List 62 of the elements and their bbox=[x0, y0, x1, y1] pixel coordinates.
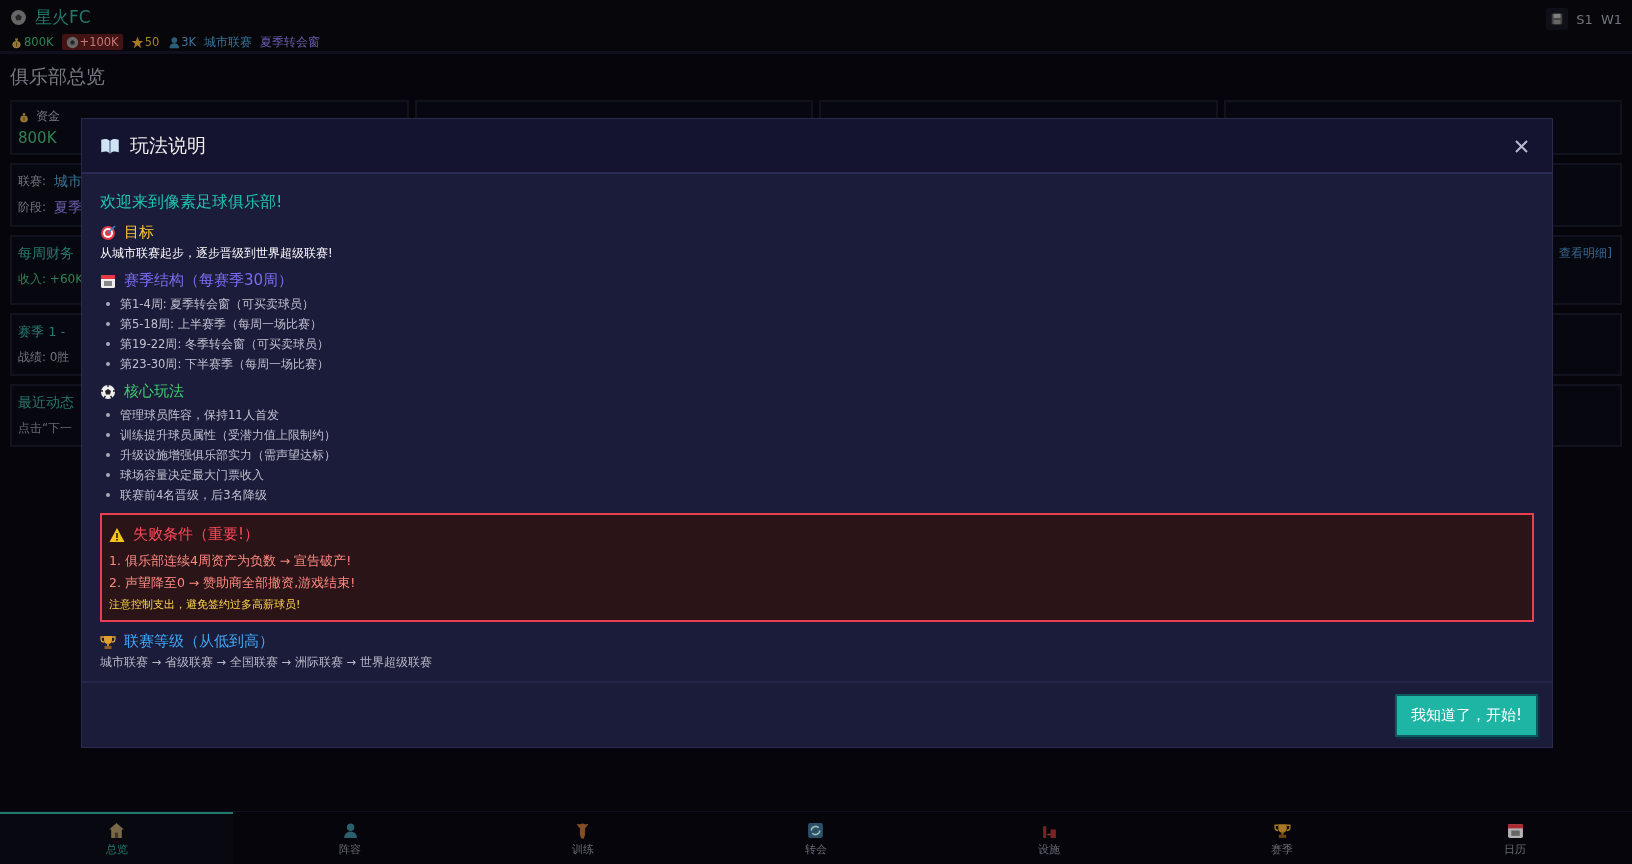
stat-value: 夏季转会窗 bbox=[260, 34, 321, 50]
club-name: 星火FC bbox=[35, 6, 91, 29]
league-path-text: 城市联赛 → 省级联赛 → 全国联赛 → 洲际联赛 → 世界超级联赛 bbox=[100, 655, 433, 670]
list-item: 联赛前4名晋级，后3名降级 bbox=[120, 487, 267, 503]
start-button[interactable]: 我知道了，开始! bbox=[1395, 693, 1538, 737]
section-heading: 联赛等级（从低到高） bbox=[124, 632, 274, 651]
section-heading: 赛季结构（每赛季30周） bbox=[124, 271, 294, 290]
record-text: 战绩: 0胜 bbox=[18, 349, 70, 366]
list-item: 第1-4周: 夏季转会窗（可买卖球员） bbox=[120, 296, 315, 312]
refresh-icon bbox=[807, 821, 825, 839]
warning-item: 1. 俱乐部连续4周资产为负数 → 宣告破产! bbox=[109, 553, 353, 570]
close-icon bbox=[1515, 140, 1528, 153]
section-heading: 失败条件（重要!） bbox=[133, 525, 259, 544]
soccer-ball-icon bbox=[100, 383, 116, 400]
money-bag-icon bbox=[18, 110, 30, 123]
field-label: 阶段: bbox=[18, 199, 47, 216]
warning-note: 注意控制支出，避免签约过多高薪球员! bbox=[109, 597, 302, 612]
stat-value: 800K bbox=[24, 35, 54, 49]
week-label: W1 bbox=[1600, 11, 1622, 27]
nav-tab[interactable]: 总览 bbox=[0, 812, 234, 864]
change-value: +100K bbox=[79, 35, 119, 49]
stat-value: 800K bbox=[18, 129, 57, 147]
trophy-icon bbox=[1273, 821, 1291, 839]
money-bag-icon bbox=[10, 35, 23, 49]
page-title: 俱乐部总览 bbox=[10, 64, 105, 89]
trophy-icon bbox=[100, 633, 116, 650]
star-icon bbox=[130, 35, 144, 49]
welcome-text: 欢迎来到像素足球俱乐部! bbox=[100, 192, 284, 213]
card-title: 最近动态 bbox=[18, 394, 74, 412]
dialog-title: 玩法说明 bbox=[130, 132, 207, 158]
calendar-icon bbox=[1506, 821, 1524, 839]
list-item: 升级设施增强俱乐部实力（需声望达标） bbox=[120, 447, 336, 463]
list-item: 管理球员阵容，保持11人首发 bbox=[120, 407, 279, 423]
person-icon bbox=[341, 821, 359, 839]
details-link[interactable]: 查看明细] bbox=[1559, 245, 1612, 263]
ball-icon bbox=[10, 9, 27, 26]
field-value: 夏季 bbox=[54, 199, 83, 217]
stat-label: 资金 bbox=[36, 108, 60, 125]
field-value: 城市 bbox=[54, 173, 83, 191]
house-icon bbox=[108, 821, 126, 839]
field-label: 联赛: bbox=[18, 173, 47, 190]
list-item: 第5-18周: 上半赛季（每周一场比赛） bbox=[120, 316, 322, 332]
stat-value: 3K bbox=[181, 35, 197, 49]
stat-value: 城市联赛 bbox=[204, 34, 253, 50]
list-item: 第19-22周: 冬季转会窗（可买卖球员） bbox=[120, 336, 329, 352]
season-label: S1 bbox=[1576, 11, 1593, 27]
stat-value: 50 bbox=[144, 35, 160, 49]
card-title: 每周财务 bbox=[18, 245, 74, 263]
section-heading: 核心玩法 bbox=[124, 382, 184, 401]
calendar-icon bbox=[100, 272, 116, 289]
list-item: 第23-30周: 下半赛季（每周一场比赛） bbox=[120, 356, 329, 372]
target-icon bbox=[100, 224, 116, 241]
hint-text: 点击“下一 bbox=[18, 420, 73, 437]
warning-icon bbox=[109, 526, 125, 543]
card-title: 赛季 1 - bbox=[18, 323, 66, 341]
list-item: 球场容量决定最大门票收入 bbox=[120, 467, 264, 483]
save-button[interactable] bbox=[1546, 8, 1569, 30]
list-item: 训练提升球员属性（受潜力值上限制约） bbox=[120, 427, 336, 443]
person-icon bbox=[167, 35, 181, 49]
warning-item: 2. 声望降至0 → 赞助商全部撤资,游戏结束! bbox=[109, 575, 357, 592]
section-heading: 目标 bbox=[124, 223, 154, 242]
body-text: 从城市联赛起步，逐步晋级到世界超级联赛! bbox=[100, 246, 334, 261]
